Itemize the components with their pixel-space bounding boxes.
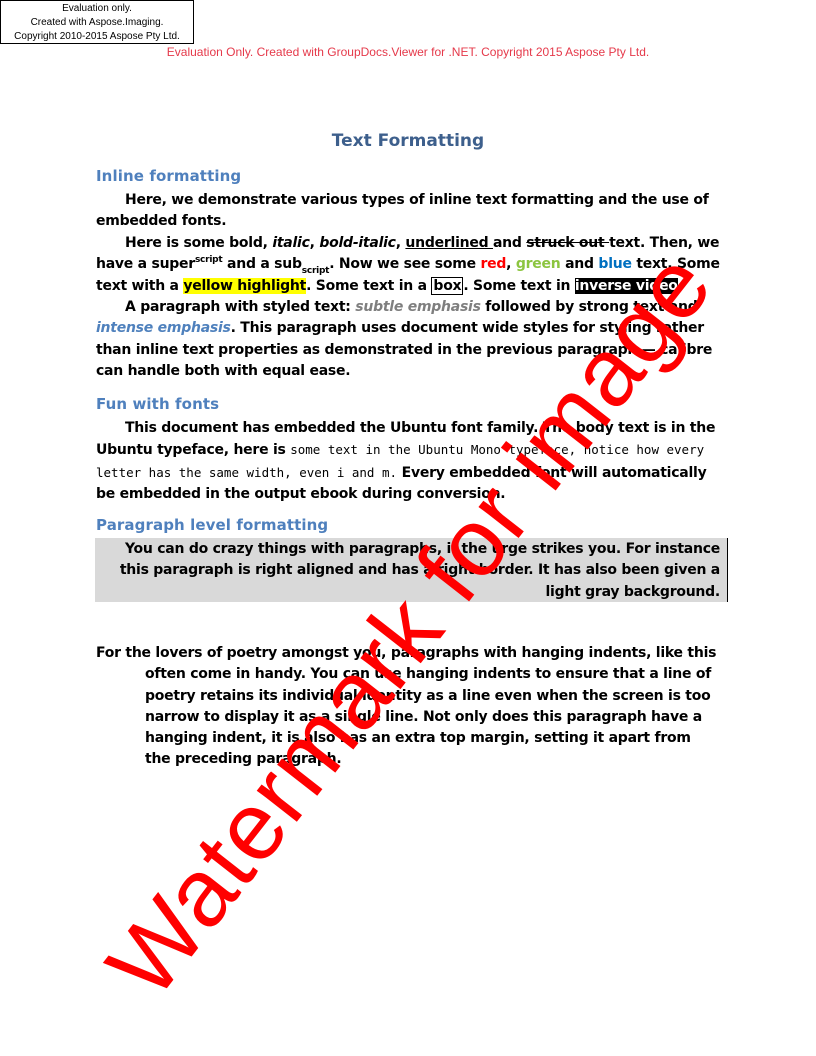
right-aligned-gray-paragraph: You can do crazy things with paragraphs,… bbox=[95, 538, 728, 602]
text-run: . bbox=[677, 277, 683, 294]
underlined-text: underlined bbox=[405, 235, 493, 251]
red-text: red bbox=[480, 256, 507, 273]
text-run: and bbox=[560, 256, 599, 273]
bold-italic-text: bold-italic bbox=[319, 235, 396, 251]
blue-text: blue bbox=[598, 256, 632, 273]
text-run: . Some text in bbox=[463, 277, 575, 294]
eval-box-line: Copyright 2010-2015 Aspose Pty Ltd. bbox=[14, 31, 180, 42]
intense-emphasis-text: intense emphasis bbox=[96, 320, 231, 337]
paragraph-inline-styles: Here is some bold, italic, bold-italic, … bbox=[96, 233, 720, 297]
text-run: Here is some bold, bbox=[125, 235, 273, 251]
superscript-text: script bbox=[194, 255, 223, 266]
yellow-highlight-text: yellow highlight bbox=[183, 277, 307, 294]
eval-box-line: Created with Aspose.Imaging. bbox=[30, 17, 164, 28]
text-run: , bbox=[309, 235, 320, 251]
document-title: Text Formatting bbox=[331, 131, 485, 151]
italic-text: italic bbox=[272, 235, 310, 251]
subtle-emphasis-text: subtle emphasis bbox=[355, 299, 481, 315]
evaluation-banner: Evaluation Only. Created with GroupDocs.… bbox=[166, 45, 650, 59]
text-run: followed by strong text and bbox=[480, 299, 698, 315]
paragraph-intro-text: Here, we demonstrate various types of in… bbox=[96, 192, 709, 230]
inverse-video-text: inverse video bbox=[574, 277, 678, 294]
heading-inline-formatting: Inline formatting bbox=[96, 167, 242, 185]
eval-box-line: Evaluation only. bbox=[62, 3, 132, 14]
paragraph-styled-text: A paragraph with styled text: subtle emp… bbox=[96, 297, 720, 382]
text-run: and bbox=[492, 235, 527, 251]
text-run: . Some text in a bbox=[306, 277, 432, 294]
paragraph-intro: Here, we demonstrate various types of in… bbox=[96, 190, 720, 233]
heading-paragraph-level-formatting: Paragraph level formatting bbox=[96, 516, 329, 534]
green-text: green bbox=[515, 256, 561, 273]
struckout-text: struck out bbox=[526, 235, 610, 251]
text-run: A paragraph with styled text: bbox=[125, 299, 356, 315]
text-run: , bbox=[395, 235, 406, 251]
aspose-evaluation-box: Evaluation only. Created with Aspose.Ima… bbox=[0, 0, 194, 44]
boxed-text: box bbox=[431, 276, 464, 295]
paragraph-fonts: This document has embedded the Ubuntu fo… bbox=[96, 418, 720, 505]
hanging-indent-paragraph: For the lovers of poetry amongst you, pa… bbox=[96, 645, 717, 768]
right-aligned-text: You can do crazy things with paragraphs,… bbox=[119, 541, 720, 600]
subscript-text: script bbox=[301, 266, 330, 277]
text-run: , bbox=[506, 256, 516, 273]
heading-fun-with-fonts: Fun with fonts bbox=[96, 395, 220, 413]
text-run: and a sub bbox=[222, 256, 302, 273]
text-run: . Now we see some bbox=[329, 256, 481, 273]
